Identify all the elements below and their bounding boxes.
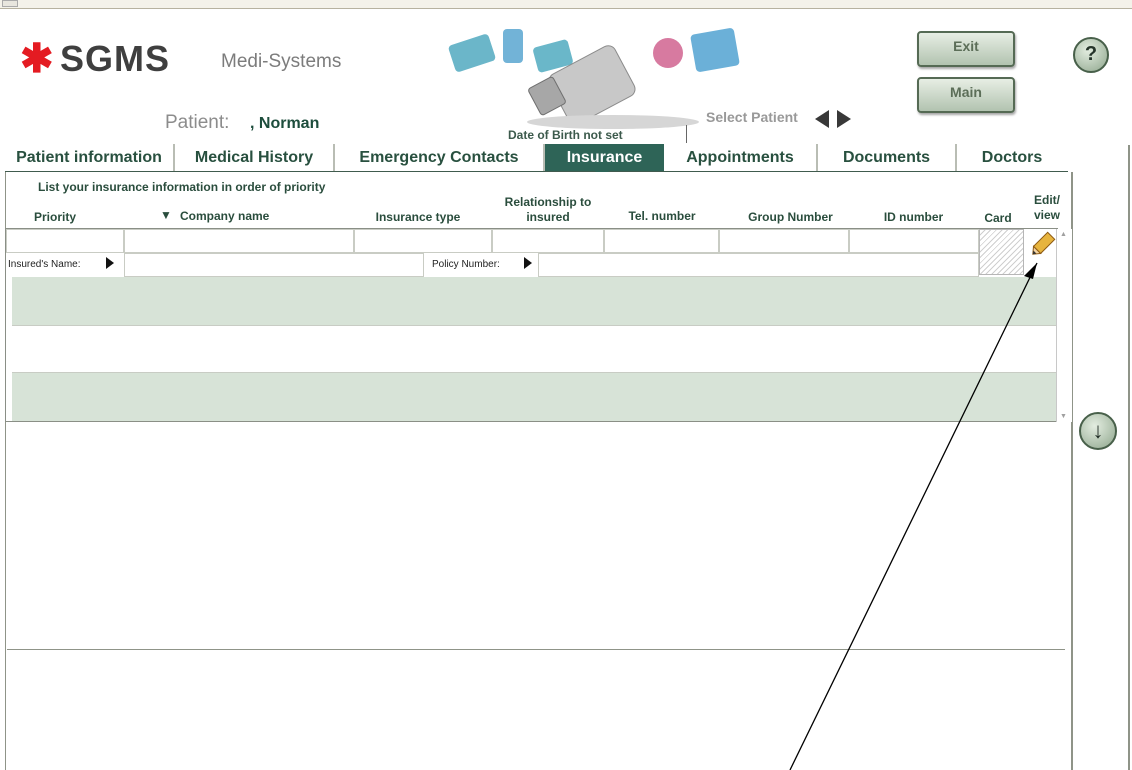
header: ✱ SGMS Medi-Systems Patient: , Norman Da… bbox=[0, 9, 1132, 145]
date-separator bbox=[686, 125, 687, 143]
insured-name-label: Insured's Name: bbox=[8, 259, 81, 270]
tab-emergency-contacts[interactable]: Emergency Contacts bbox=[335, 144, 545, 171]
column-group-number[interactable]: Group Number bbox=[739, 210, 842, 224]
column-card: Card bbox=[984, 211, 1012, 225]
select-patient-label: Select Patient bbox=[706, 109, 798, 125]
medical-usb-illustration bbox=[448, 28, 740, 129]
insurance-list: Insured's Name: Policy Number: bbox=[5, 228, 1063, 422]
tab-documents[interactable]: Documents bbox=[818, 144, 957, 171]
exit-button[interactable]: Exit bbox=[917, 31, 1015, 67]
column-company-name[interactable]: Company name bbox=[180, 209, 285, 223]
policy-number-field[interactable] bbox=[538, 253, 979, 277]
group-number-field[interactable] bbox=[719, 229, 849, 253]
list-item[interactable] bbox=[12, 325, 1063, 373]
sort-arrow-icon[interactable]: ▼ bbox=[160, 208, 172, 222]
medical-star-icon: ✱ bbox=[20, 37, 54, 81]
policy-number-label: Policy Number: bbox=[432, 259, 500, 270]
list-item[interactable] bbox=[12, 373, 1063, 421]
illustration-shapes bbox=[448, 28, 740, 129]
id-number-field[interactable] bbox=[849, 229, 979, 253]
patient-label: Patient: bbox=[165, 112, 230, 133]
scroll-up-icon[interactable]: ▲ bbox=[1060, 231, 1067, 238]
insured-name-field[interactable] bbox=[124, 253, 424, 277]
patient-name: , Norman bbox=[250, 115, 320, 132]
column-priority[interactable]: Priority bbox=[30, 210, 80, 224]
insurance-instructions: List your insurance information in order… bbox=[38, 180, 326, 194]
column-id-number[interactable]: ID number bbox=[876, 210, 951, 224]
tab-patient-information[interactable]: Patient information bbox=[5, 144, 175, 171]
relationship-field[interactable] bbox=[492, 229, 604, 253]
list-item[interactable] bbox=[12, 277, 1063, 325]
content-divider bbox=[7, 649, 1065, 650]
list-scrollbar[interactable]: ▲ ▼ bbox=[1056, 229, 1072, 422]
tab-appointments[interactable]: Appointments bbox=[664, 144, 818, 171]
scroll-down-icon[interactable]: ▼ bbox=[1060, 413, 1067, 420]
pencil-shape bbox=[1032, 231, 1056, 255]
help-button[interactable]: ? bbox=[1073, 37, 1109, 73]
scroll-down-button[interactable]: ↓ bbox=[1079, 412, 1117, 450]
column-relationship[interactable]: Relationship to insured bbox=[495, 195, 601, 225]
app-window: ✱ SGMS Medi-Systems Patient: , Norman Da… bbox=[0, 0, 1132, 770]
column-tel-number[interactable]: Tel. number bbox=[617, 209, 707, 223]
date-of-birth: Date of Birth not set bbox=[508, 128, 623, 142]
tab-doctors[interactable]: Doctors bbox=[957, 144, 1067, 171]
pencil-edit-icon[interactable] bbox=[1028, 231, 1056, 259]
previous-patient-arrow-icon[interactable] bbox=[815, 110, 829, 128]
priority-field[interactable] bbox=[6, 229, 124, 253]
insurance-card-thumbnail[interactable] bbox=[979, 229, 1024, 275]
column-insurance-type[interactable]: Insurance type bbox=[368, 210, 468, 224]
company-name-field[interactable] bbox=[124, 229, 354, 253]
main-button[interactable]: Main bbox=[917, 77, 1015, 113]
window-top-strip bbox=[0, 0, 1132, 9]
tab-bar: Patient information Medical History Emer… bbox=[5, 144, 1068, 173]
window-mini-control[interactable] bbox=[2, 0, 18, 7]
next-patient-arrow-icon[interactable] bbox=[837, 110, 851, 128]
policy-number-arrow-icon[interactable] bbox=[524, 257, 532, 269]
brand-name: Medi-Systems bbox=[221, 51, 342, 72]
logo-text: SGMS bbox=[60, 38, 171, 79]
tel-number-field[interactable] bbox=[604, 229, 719, 253]
insured-name-arrow-icon[interactable] bbox=[106, 257, 114, 269]
insurance-type-field[interactable] bbox=[354, 229, 492, 253]
tab-insurance[interactable]: Insurance bbox=[545, 144, 664, 171]
column-edit-view: Edit/ view bbox=[1033, 193, 1060, 222]
tab-medical-history[interactable]: Medical History bbox=[175, 144, 335, 171]
